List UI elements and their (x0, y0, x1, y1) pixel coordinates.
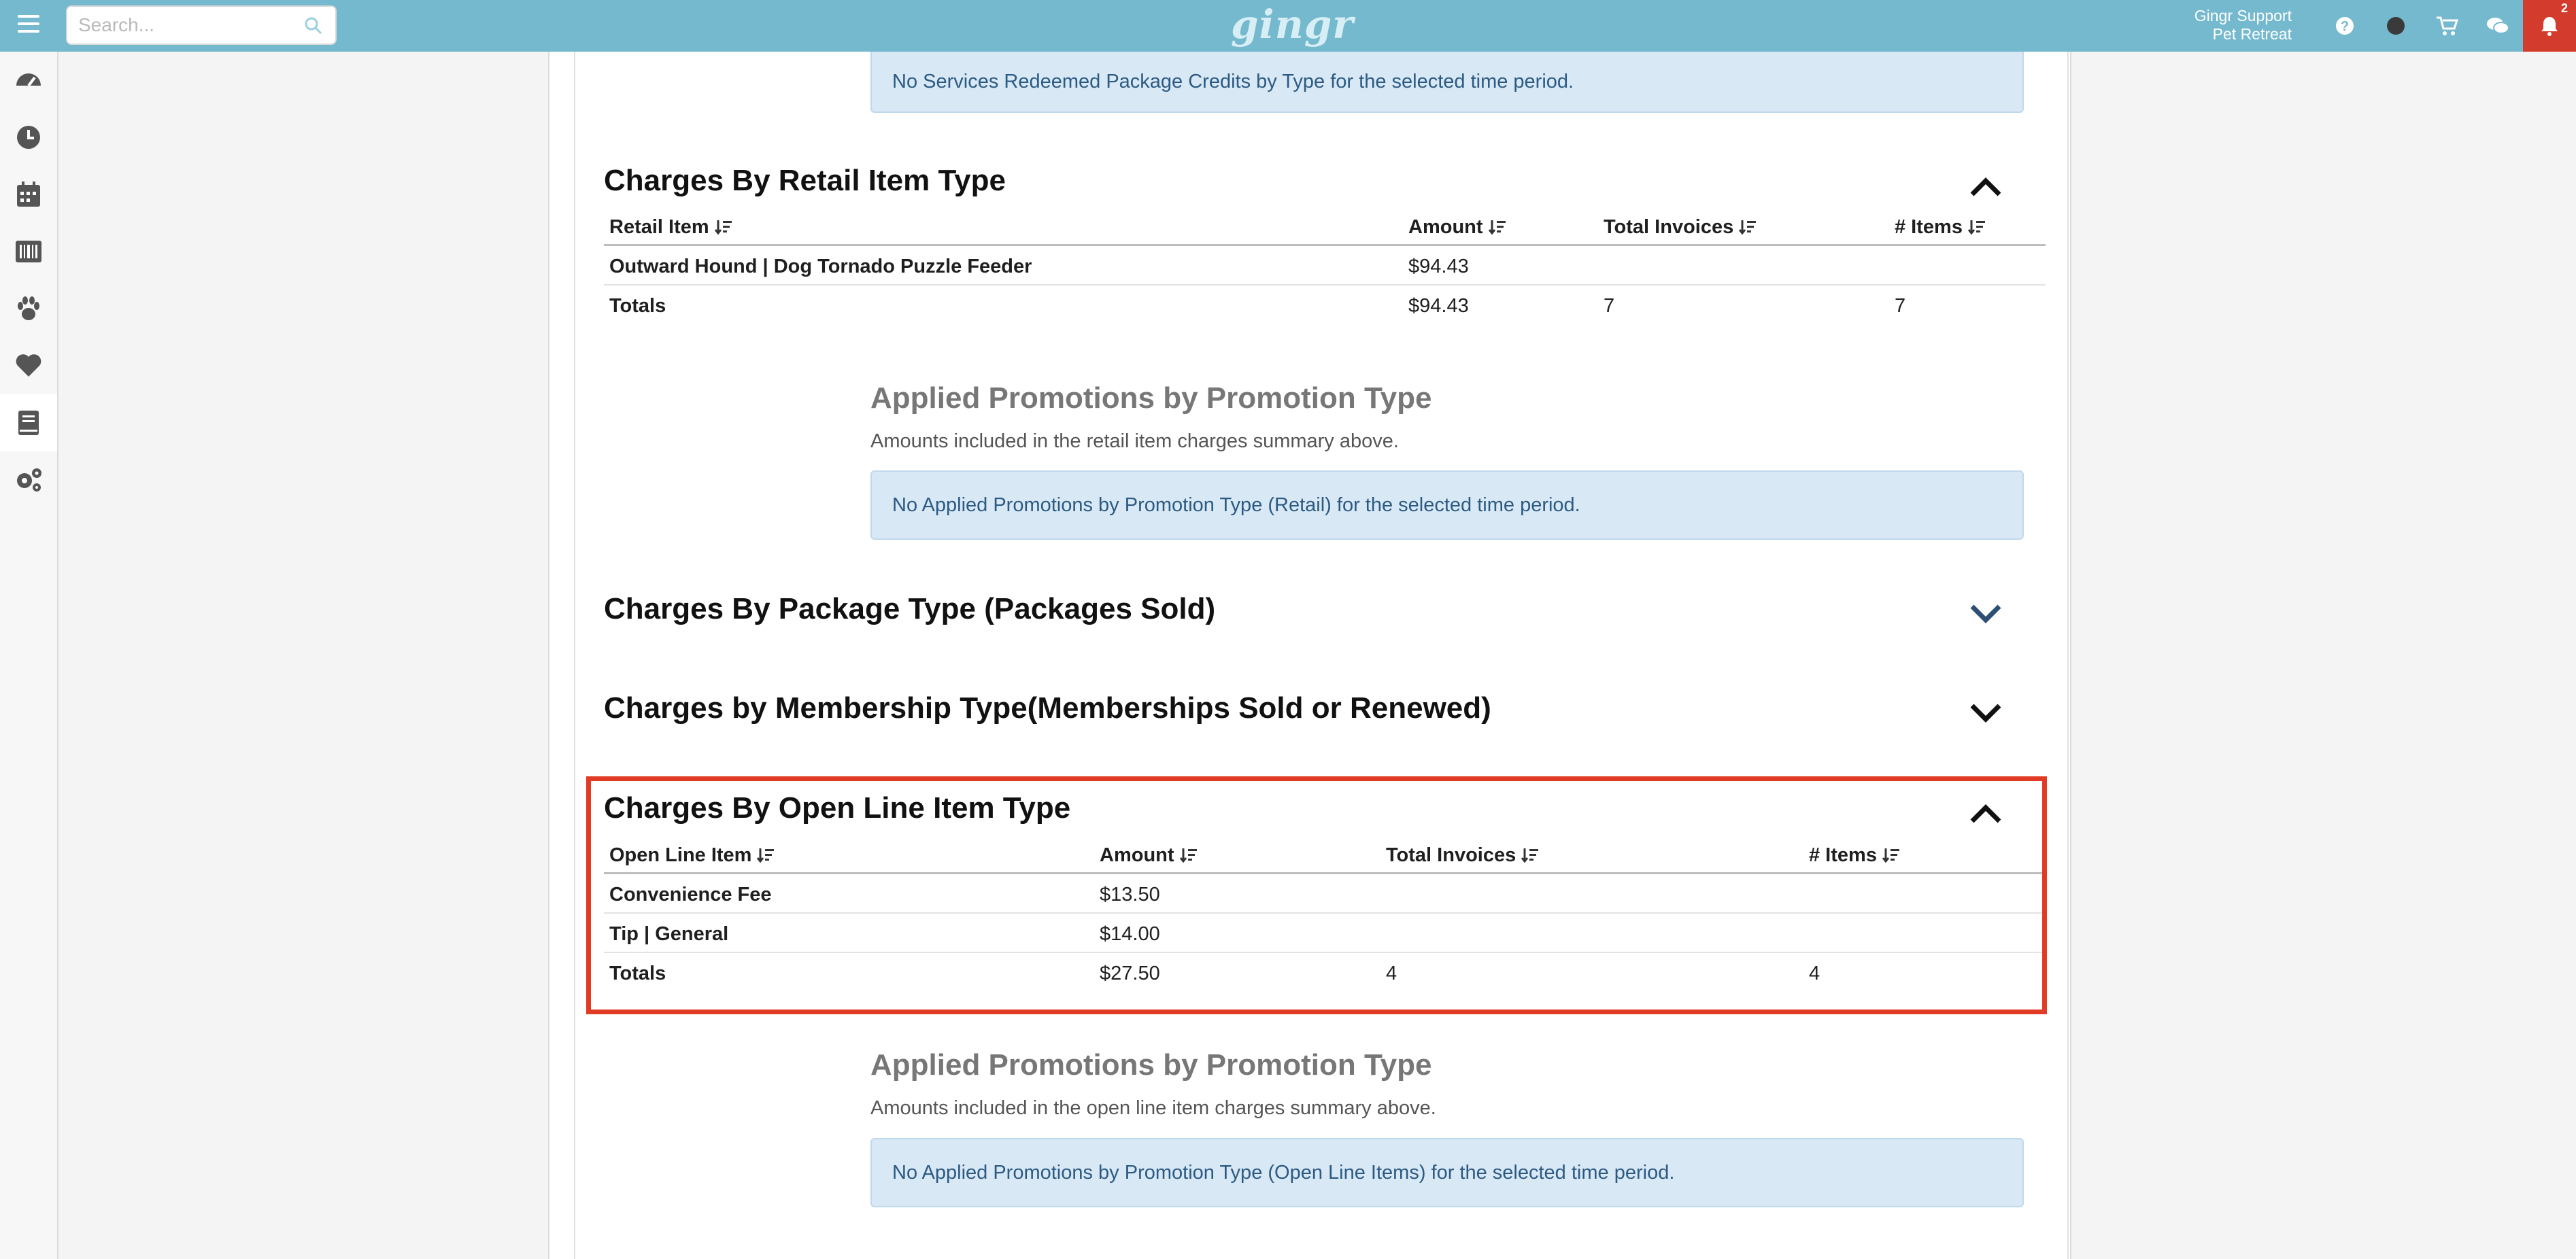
sort-icon (1739, 220, 1757, 235)
totals-amount: $94.43 (1408, 295, 1469, 317)
sidebar-item-dashboard[interactable] (0, 52, 57, 109)
sidebar-item-pets[interactable] (0, 280, 57, 337)
paw-icon (18, 296, 39, 320)
column-header-amount[interactable]: Amount (1408, 216, 1506, 239)
notifications-bell-icon[interactable]: 2 (2523, 0, 2576, 52)
sort-icon (1967, 220, 1985, 235)
heart-icon (16, 354, 41, 377)
package-credits-alert: No Services Redeemed Package Credits by … (870, 52, 2024, 113)
book-icon (18, 411, 39, 435)
sidebar-item-reports[interactable] (0, 394, 57, 451)
barcode-icon (16, 241, 41, 262)
retail-item-name: Outward Hound | Dog Tornado Puzzle Feede… (609, 256, 1032, 277)
sidebar-item-favorites[interactable] (0, 337, 57, 394)
highlight-box (586, 776, 2047, 1014)
svg-text:?: ? (2340, 19, 2348, 34)
sort-icon (714, 220, 732, 235)
help-icon[interactable]: ? (2319, 0, 2370, 52)
expand-package-chevron-down-icon[interactable] (1965, 600, 2006, 627)
chat-icon[interactable] (2472, 0, 2523, 52)
column-header-total-invoices[interactable]: Total Invoices (1604, 216, 1757, 239)
sidebar-item-calendar[interactable] (0, 166, 57, 223)
totals-label: Totals (609, 295, 666, 317)
report-card: No Services Redeemed Package Credits by … (574, 52, 2069, 1259)
report-page: No Services Redeemed Package Credits by … (548, 52, 2071, 1259)
retail-item-amount: $94.43 (1408, 256, 1469, 277)
openline-promo-alert: No Applied Promotions by Promotion Type … (870, 1138, 2024, 1207)
totals-invoices: 7 (1604, 295, 1615, 317)
collapse-retail-chevron-up-icon[interactable] (1965, 173, 2006, 200)
expand-membership-chevron-down-icon[interactable] (1965, 699, 2006, 726)
user-name: Gingr Support (2194, 7, 2292, 24)
user-location: Pet Retreat (2212, 25, 2292, 43)
retail-promo-subtitle: Amounts included in the retail item char… (870, 430, 1399, 452)
totals-row: Totals $94.43 7 7 (604, 286, 2046, 325)
notification-count: 2 (2560, 1, 2568, 15)
dashboard-icon (16, 73, 41, 87)
status-dot-icon[interactable] (2370, 0, 2421, 52)
membership-section-title[interactable]: Charges by Membership Type(Memberships S… (604, 691, 1491, 725)
gingr-logo[interactable]: gingr (1231, 1, 1354, 48)
sidebar-item-pricing[interactable] (0, 223, 57, 280)
table-row: Outward Hound | Dog Tornado Puzzle Feede… (604, 246, 2046, 286)
retail-table: Retail Item Amount Total Invoices # Item… (604, 207, 2046, 329)
search-icon[interactable] (304, 16, 323, 39)
calendar-icon (17, 182, 40, 207)
menu-icon[interactable] (18, 15, 39, 37)
totals-items: 7 (1895, 295, 1906, 317)
sort-icon (1488, 220, 1506, 235)
table-header-row: Retail Item Amount Total Invoices # Item… (604, 207, 2046, 246)
sidebar-item-history[interactable] (0, 109, 57, 166)
column-header-retail-item[interactable]: Retail Item (609, 216, 732, 239)
top-bar: gingr Gingr Support Pet Retreat ? 2 (0, 0, 2576, 52)
retail-promo-title: Applied Promotions by Promotion Type (870, 381, 1432, 415)
gears-icon (17, 468, 41, 491)
sidebar (0, 52, 58, 1259)
openline-promo-title: Applied Promotions by Promotion Type (870, 1048, 1432, 1082)
clock-icon (17, 126, 40, 149)
column-header-items[interactable]: # Items (1895, 216, 1986, 239)
search-box[interactable] (66, 5, 337, 45)
package-section-title[interactable]: Charges By Package Type (Packages Sold) (604, 592, 1215, 626)
sidebar-item-settings[interactable] (0, 451, 57, 508)
cart-icon[interactable] (2421, 0, 2472, 52)
openline-promo-subtitle: Amounts included in the open line item c… (870, 1097, 1436, 1119)
search-input[interactable] (67, 7, 299, 44)
retail-promo-alert: No Applied Promotions by Promotion Type … (870, 470, 2024, 540)
retail-section-title: Charges By Retail Item Type (604, 164, 1006, 197)
user-menu[interactable]: Gingr Support Pet Retreat (2194, 7, 2292, 44)
